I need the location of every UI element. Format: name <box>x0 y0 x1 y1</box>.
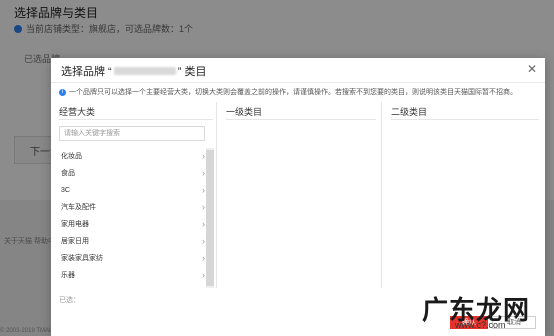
chevron-right-icon: › <box>202 151 205 161</box>
category-label: 3C <box>61 187 70 194</box>
category-label: 家装家具家纺 <box>61 255 103 262</box>
blurred-brand-name <box>113 67 176 75</box>
chevron-right-icon: › <box>202 202 205 212</box>
category-search-input[interactable]: 请输入关键字搜索 <box>59 126 205 141</box>
category-label: 汽车及配件 <box>61 204 96 211</box>
modal-title: 选择品牌 “ ” 类目 <box>61 63 206 79</box>
modal-title-prefix: 选择品牌 “ <box>61 66 112 78</box>
list-item[interactable]: 汽车及配件 › <box>59 199 213 216</box>
category-label: 居家日用 <box>61 238 89 245</box>
notice-text: 一个品牌只可以选择一个主要经营大类，切换大类则会覆盖之前的操作，请谨慎操作。若搜… <box>69 89 517 96</box>
category-scrollbar[interactable] <box>206 148 214 288</box>
list-item[interactable]: 3C › <box>59 182 213 199</box>
scrollbar-thumb[interactable] <box>206 150 214 286</box>
selected-categories-label: 已选： <box>59 297 80 304</box>
list-item[interactable]: 居家日用 › <box>59 233 213 250</box>
list-item[interactable]: 食品 › <box>59 165 213 182</box>
category-label: 食品 <box>61 170 75 177</box>
chevron-right-icon: › <box>202 185 205 195</box>
info-icon: i <box>59 88 66 96</box>
category-label: 化妆品 <box>61 153 82 160</box>
category-list: 化妆品 › 食品 › 3C › 汽车及配件 › 家用电器 › 居家日用 › 家装家具家纺 › … <box>59 148 213 288</box>
column-header-level1: 一级类目 <box>226 102 376 120</box>
list-item[interactable]: 家用电器 › <box>59 216 213 233</box>
list-item[interactable]: 化妆品 › <box>59 148 213 165</box>
watermark-url: www.c?.com <box>455 320 506 330</box>
column-divider <box>216 102 217 288</box>
chevron-right-icon: › <box>202 236 205 246</box>
list-item[interactable]: 家装家具家纺 › <box>59 250 213 267</box>
notice: i 一个品牌只可以选择一个主要经营大类，切换大类则会覆盖之前的操作，请谨慎操作。… <box>59 87 517 97</box>
modal-header: 选择品牌 “ ” 类目 ✕ <box>51 58 545 83</box>
column-header-level2: 二级类目 <box>391 102 539 120</box>
chevron-right-icon: › <box>202 270 205 280</box>
list-item[interactable]: 乐器 › <box>59 267 213 284</box>
column-divider <box>381 102 382 288</box>
close-icon[interactable]: ✕ <box>527 62 537 76</box>
chevron-right-icon: › <box>202 168 205 178</box>
chevron-right-icon: › <box>202 219 205 229</box>
category-label: 家用电器 <box>61 221 89 228</box>
chevron-right-icon: › <box>202 253 205 263</box>
column-header-main: 经营大类 <box>59 102 213 120</box>
modal-title-suffix: ” 类目 <box>177 66 207 78</box>
category-label: 乐器 <box>61 272 75 279</box>
